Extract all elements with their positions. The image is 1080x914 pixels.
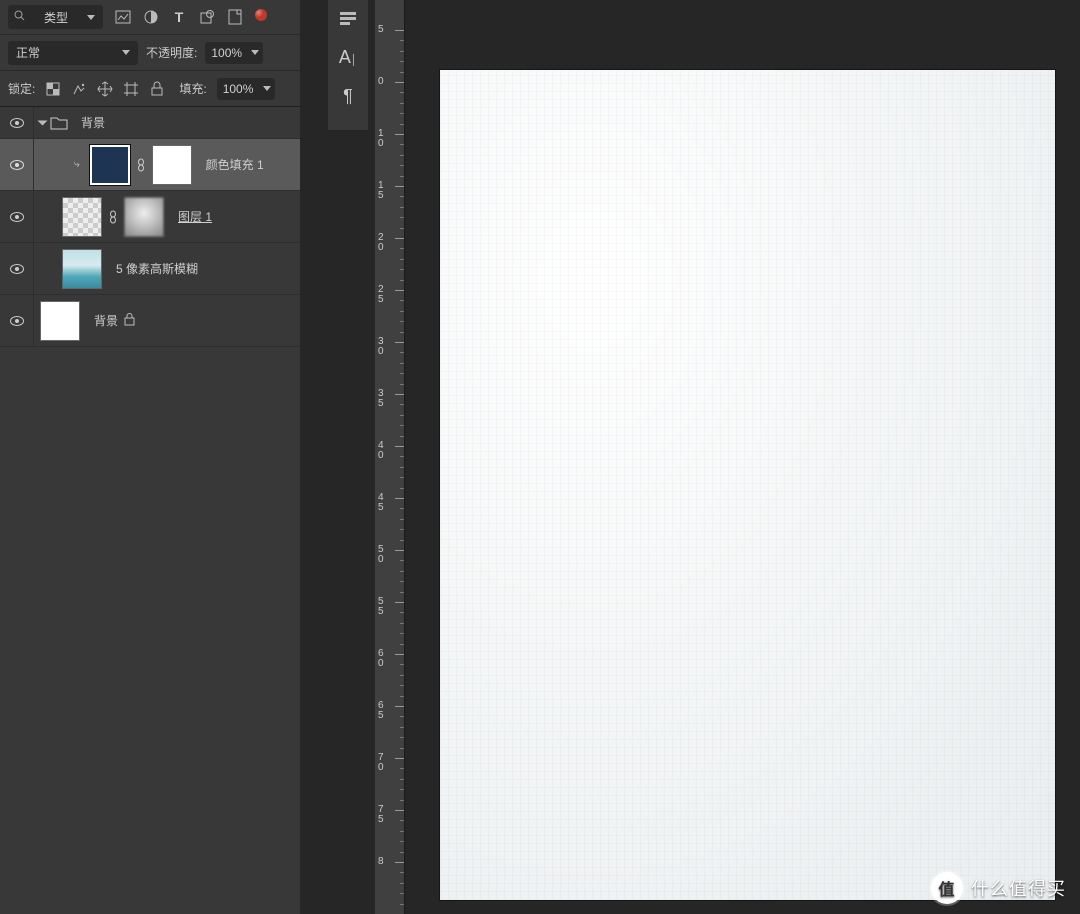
character-panel-icon[interactable]: A│ <box>339 47 357 68</box>
layer-filter-toolbar: 类型 T <box>0 0 300 35</box>
layer-mask-thumbnail[interactable] <box>152 145 192 185</box>
visibility-icon[interactable] <box>10 264 24 274</box>
link-icon <box>136 158 146 172</box>
fill-input[interactable]: 100% <box>217 78 275 100</box>
lock-all-icon[interactable] <box>149 81 165 97</box>
canvas-area[interactable] <box>405 0 1080 914</box>
layer-name: 颜色填充 1 <box>206 156 264 173</box>
fill-value: 100% <box>223 82 254 96</box>
visibility-icon[interactable] <box>10 212 24 222</box>
lock-icon <box>124 313 135 329</box>
vertical-ruler[interactable]: 5010152025303540455055606570758 <box>375 0 405 914</box>
watermark-text: 什么值得买 <box>971 875 1066 901</box>
type-tool-panel: A│ ¶ <box>328 0 368 130</box>
glyphs-panel-icon[interactable]: ¶ <box>343 86 353 107</box>
opacity-input[interactable]: 100% <box>205 42 263 64</box>
layer-row[interactable]: 图层 1 <box>0 191 300 243</box>
search-icon <box>14 10 25 24</box>
lock-label: 锁定: <box>8 80 35 97</box>
layer-row-color-fill[interactable]: ⤷ 颜色填充 1 <box>0 139 300 191</box>
blend-mode-select[interactable]: 正常 <box>8 41 138 65</box>
visibility-icon[interactable] <box>10 160 24 170</box>
blend-opacity-toolbar: 正常 不透明度: 100% <box>0 35 300 71</box>
layer-group-header[interactable]: 背景 <box>0 107 300 139</box>
lock-image-icon[interactable] <box>71 81 87 97</box>
layer-mask-thumbnail[interactable] <box>124 197 164 237</box>
filter-type-icon[interactable]: T <box>171 9 187 25</box>
layer-thumbnail[interactable] <box>40 301 80 341</box>
link-icon <box>108 210 118 224</box>
lock-fill-toolbar: 锁定: 填充: 100% <box>0 71 300 107</box>
watermark: 值 什么值得买 <box>931 872 1066 904</box>
watermark-badge: 值 <box>931 872 963 904</box>
layer-name: 图层 1 <box>178 208 212 225</box>
layers-panel: 类型 T 正常 不透明度: 100% 锁定: <box>0 0 300 914</box>
filter-pixel-icon[interactable] <box>115 9 131 25</box>
filter-smartobject-icon[interactable] <box>227 9 243 25</box>
folder-icon <box>51 117 67 129</box>
blend-mode-label: 正常 <box>16 44 40 61</box>
layer-row-background[interactable]: 背景 <box>0 295 300 347</box>
lock-transparent-icon[interactable] <box>45 81 61 97</box>
lock-artboard-icon[interactable] <box>123 81 139 97</box>
layer-thumbnail[interactable] <box>62 197 102 237</box>
visibility-icon[interactable] <box>10 118 24 128</box>
opacity-value: 100% <box>211 46 242 60</box>
chevron-down-icon <box>87 15 95 20</box>
chevron-down-icon <box>122 50 130 55</box>
layer-name: 背景 <box>94 312 118 329</box>
filter-adjustment-icon[interactable] <box>143 9 159 25</box>
group-name: 背景 <box>81 114 105 131</box>
filter-toggle-icon[interactable] <box>255 9 267 21</box>
layer-list: 背景 ⤷ 颜色填充 1 图层 1 <box>0 107 300 914</box>
group-toggle-icon[interactable] <box>38 120 48 125</box>
fill-label: 填充: <box>179 80 206 97</box>
layer-thumbnail[interactable] <box>62 249 102 289</box>
layer-filter-label: 类型 <box>44 9 68 26</box>
clip-indicator-icon: ⤷ <box>74 159 84 170</box>
chevron-down-icon <box>263 86 271 91</box>
chevron-down-icon <box>251 50 259 55</box>
layer-filter-select[interactable]: 类型 <box>8 5 103 29</box>
artboard[interactable] <box>440 70 1055 900</box>
layer-row[interactable]: 5 像素高斯模糊 <box>0 243 300 295</box>
paragraph-panel-icon[interactable] <box>340 12 356 29</box>
filter-shape-icon[interactable] <box>199 9 215 25</box>
layer-thumbnail[interactable] <box>90 145 130 185</box>
layer-name: 5 像素高斯模糊 <box>116 260 198 277</box>
lock-position-icon[interactable] <box>97 81 113 97</box>
visibility-icon[interactable] <box>10 316 24 326</box>
opacity-label: 不透明度: <box>146 44 197 61</box>
